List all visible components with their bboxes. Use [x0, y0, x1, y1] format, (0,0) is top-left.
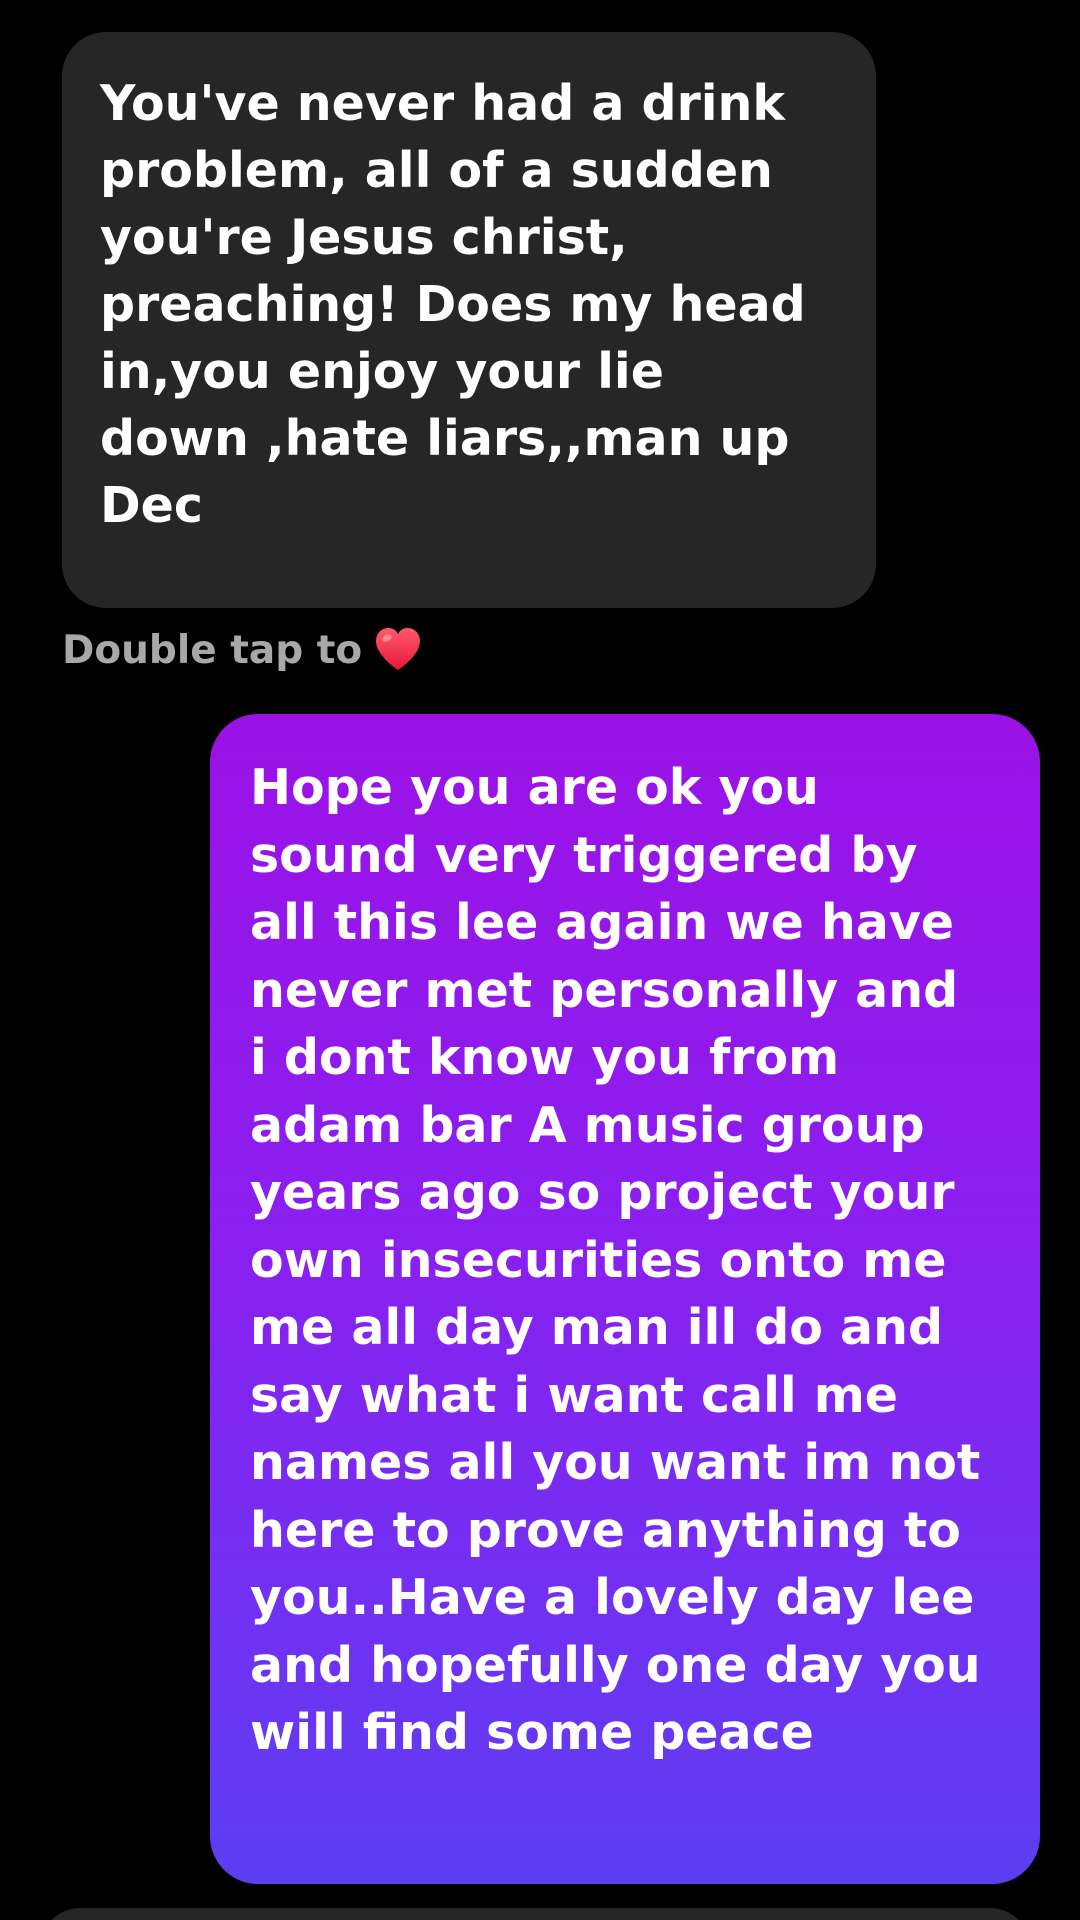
double-tap-reaction-hint: Double tap to [62, 622, 424, 678]
next-message-bubble-partial[interactable] [40, 1908, 1030, 1920]
message-thread: You've never had a drink problem, all of… [0, 0, 1080, 1920]
heart-icon [372, 624, 424, 676]
incoming-message-bubble[interactable]: You've never had a drink problem, all of… [62, 32, 876, 608]
reaction-hint-label: Double tap to [62, 627, 363, 673]
outgoing-message-bubble[interactable]: Hope you are ok you sound very triggered… [210, 714, 1040, 1884]
